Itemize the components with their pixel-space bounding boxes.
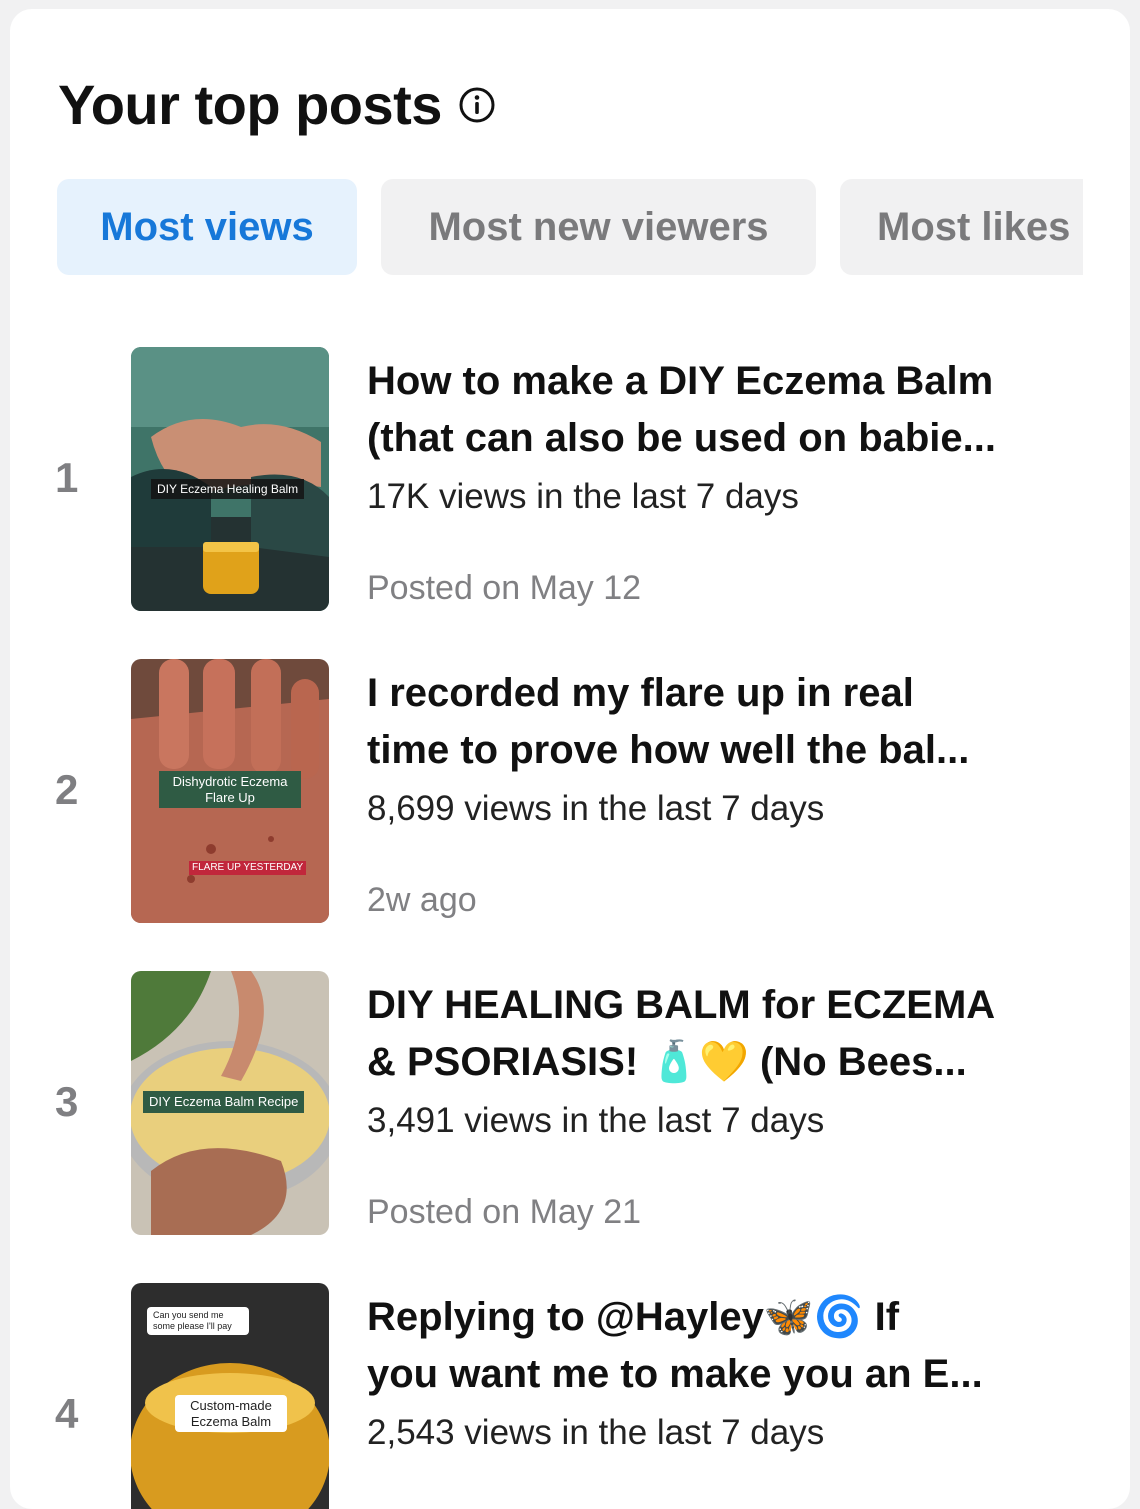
post-title-line: time to prove how well the bal... bbox=[367, 728, 970, 772]
post-rank: 4 bbox=[55, 1390, 79, 1437]
post-title-line: you want me to make you an E... bbox=[367, 1352, 983, 1396]
post-views: 3,491 views in the last 7 days bbox=[367, 1101, 825, 1140]
post-title-line: & PSORIASIS! 🧴💛 (No Bees... bbox=[367, 1040, 967, 1084]
top-posts-card: Your top posts Most views Most new viewe… bbox=[10, 9, 1130, 1509]
post-row[interactable]: 4 Can you send me some please I'll pay C… bbox=[10, 1283, 1130, 1509]
post-views: 17K views in the last 7 days bbox=[367, 477, 799, 516]
post-views: 8,699 views in the last 7 days bbox=[367, 789, 825, 828]
page-title: Your top posts bbox=[58, 73, 442, 136]
post-rank: 3 bbox=[55, 1078, 79, 1125]
tab-most-new-viewers[interactable]: Most new viewers bbox=[381, 179, 816, 275]
post-views: 2,543 views in the last 7 days bbox=[367, 1413, 825, 1452]
tab-most-views[interactable]: Most views bbox=[57, 179, 357, 275]
post-thumbnail[interactable]: Can you send me some please I'll pay Cus… bbox=[131, 1283, 329, 1509]
post-row[interactable]: 2 Dishydrotic Eczema Flare Up FLARE UP Y… bbox=[10, 659, 1130, 923]
post-date: Posted on May 12 bbox=[367, 569, 642, 607]
post-thumbnail[interactable]: Dishydrotic Eczema Flare Up FLARE UP YES… bbox=[131, 659, 329, 923]
post-date: 2w ago bbox=[367, 881, 477, 919]
post-title[interactable]: How to make a DIY Eczema Balm (that can … bbox=[367, 353, 1087, 467]
post-title-line: Replying to @Hayley🦋🌀 If bbox=[367, 1295, 900, 1339]
thumbnail-caption: Dishydrotic Eczema Flare Up bbox=[159, 771, 301, 809]
post-title-line: (that can also be used on babie... bbox=[367, 416, 997, 460]
info-icon[interactable] bbox=[458, 86, 496, 124]
post-title-line: How to make a DIY Eczema Balm bbox=[367, 359, 994, 403]
tab-most-likes[interactable]: Most likes bbox=[840, 179, 1083, 275]
post-row[interactable]: 1 DIY Eczema Healing Balm How to make a … bbox=[10, 347, 1130, 611]
post-title[interactable]: Replying to @Hayley🦋🌀 If you want me to … bbox=[367, 1289, 1087, 1403]
post-thumbnail[interactable]: DIY Eczema Balm Recipe bbox=[131, 971, 329, 1235]
thumbnail-caption: DIY Eczema Healing Balm bbox=[151, 479, 305, 500]
thumbnail-caption: Custom-made Eczema Balm bbox=[175, 1395, 287, 1433]
thumbnail-comment: Can you send me some please I'll pay bbox=[147, 1307, 249, 1335]
post-thumbnail[interactable]: DIY Eczema Healing Balm bbox=[131, 347, 329, 611]
post-title-line: DIY HEALING BALM for ECZEMA bbox=[367, 983, 996, 1027]
post-rank: 2 bbox=[55, 766, 79, 813]
header: Your top posts bbox=[58, 77, 496, 133]
thumbnail-caption-secondary: FLARE UP YESTERDAY bbox=[189, 861, 307, 875]
post-title-line: I recorded my flare up in real bbox=[367, 671, 914, 715]
post-title[interactable]: I recorded my flare up in real time to p… bbox=[367, 665, 1087, 779]
post-date: Posted on May 21 bbox=[367, 1193, 642, 1231]
post-title[interactable]: DIY HEALING BALM for ECZEMA & PSORIASIS!… bbox=[367, 977, 1087, 1091]
post-rank: 1 bbox=[55, 454, 79, 501]
tab-bar: Most views Most new viewers Most likes bbox=[57, 179, 1083, 275]
thumbnail-caption: DIY Eczema Balm Recipe bbox=[143, 1091, 305, 1113]
post-row[interactable]: 3 DIY Eczema Balm Recipe DIY HEALING BAL… bbox=[10, 971, 1130, 1235]
